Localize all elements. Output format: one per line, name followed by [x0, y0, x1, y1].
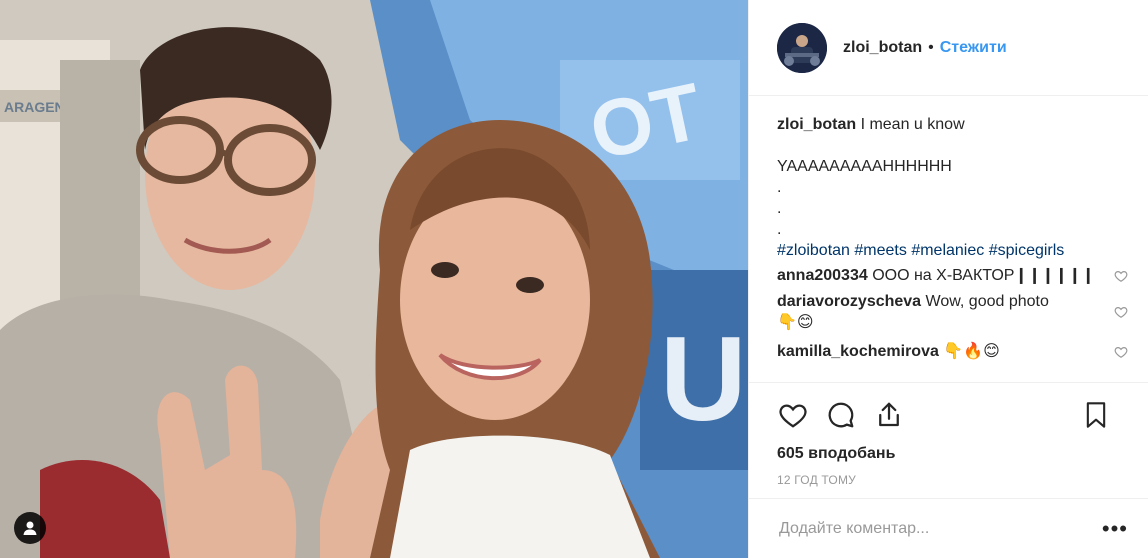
comment-text: Wow, good photo [925, 293, 1049, 310]
hashtag-link[interactable]: #meets [854, 242, 906, 259]
comment-button[interactable] [825, 399, 857, 431]
comment-emoji: 👇😊 [777, 314, 814, 331]
caption-hashtags: #zloibotan #meets #melaniec #spicegirls [777, 240, 1128, 261]
comment-icon [828, 402, 854, 428]
caption-dot-1: . [777, 179, 782, 196]
share-icon [879, 402, 899, 427]
caption-dot-2: . [777, 200, 782, 217]
comment-username[interactable]: dariavorozyscheva [777, 293, 921, 310]
caption-dot-3: . [777, 221, 782, 238]
comment-like-icon[interactable] [1114, 345, 1128, 359]
comment-username[interactable]: anna200334 [777, 267, 868, 284]
user-tag-button[interactable] [14, 512, 46, 544]
likes-count[interactable]: 605 вподобань [777, 445, 1128, 463]
svg-text:ARAGEN: ARAGEN [4, 99, 65, 115]
user-tag-icon [23, 521, 37, 535]
post-sidebar: zloi_botan • Стежити zloi_botan I mean u… [748, 0, 1148, 558]
caption-line-2: YAAAAAAAAAHHHHHH [777, 158, 952, 175]
comment-item: anna200334 ООО на Х-ВАКТОР❙❙❙❙❙❙ [777, 265, 1128, 286]
hashtag-link[interactable]: #melaniec [911, 242, 984, 259]
avatar-image [777, 22, 827, 73]
hashtag-link[interactable]: #zloibotan [777, 242, 850, 259]
post-timestamp[interactable]: 12 ГОД ТОМУ [777, 473, 1128, 487]
save-button[interactable] [1080, 399, 1112, 431]
post-photo[interactable]: ARAGEN OT U [0, 0, 748, 558]
selfie-photo: ARAGEN OT U [0, 0, 748, 558]
comment-like-icon[interactable] [1114, 269, 1128, 283]
comment-item: dariavorozyscheva Wow, good photo 👇😊 [777, 291, 1128, 333]
more-options-button[interactable]: ••• [1102, 516, 1128, 542]
comment-like-icon[interactable] [1114, 305, 1128, 319]
instagram-post: ARAGEN OT U zloi_botan • Стежити zloi_bo… [0, 0, 1148, 558]
add-comment-bar: ••• [749, 498, 1148, 558]
action-icons [777, 395, 1128, 435]
caption-username[interactable]: zloi_botan [777, 116, 856, 133]
comments-section: zloi_botan I mean u know YAAAAAAAAAHHHHH… [749, 96, 1148, 382]
heart-icon [779, 404, 807, 428]
post-username[interactable]: zloi_botan [843, 39, 922, 57]
caption: zloi_botan I mean u know [777, 114, 1128, 135]
avatar[interactable] [777, 22, 827, 73]
comment-input[interactable] [777, 518, 1102, 539]
caption-text: I mean u know [860, 116, 965, 133]
comment-item: kamilla_kochemirova 👇🔥😊 [777, 341, 1128, 362]
separator-dot: • [928, 38, 934, 56]
share-button[interactable] [873, 399, 905, 431]
svg-text:U: U [660, 312, 747, 446]
comment-username[interactable]: kamilla_kochemirova [777, 343, 939, 360]
bookmark-icon [1086, 402, 1106, 428]
comment-text: 👇🔥😊 [943, 343, 1000, 360]
like-button[interactable] [777, 399, 809, 431]
hashtag-link[interactable]: #spicegirls [989, 242, 1065, 259]
comment-text: ООО на Х-ВАКТОР❙❙❙❙❙❙ [872, 267, 1095, 284]
post-header: zloi_botan • Стежити [749, 0, 1148, 96]
follow-button[interactable]: Стежити [940, 39, 1007, 57]
